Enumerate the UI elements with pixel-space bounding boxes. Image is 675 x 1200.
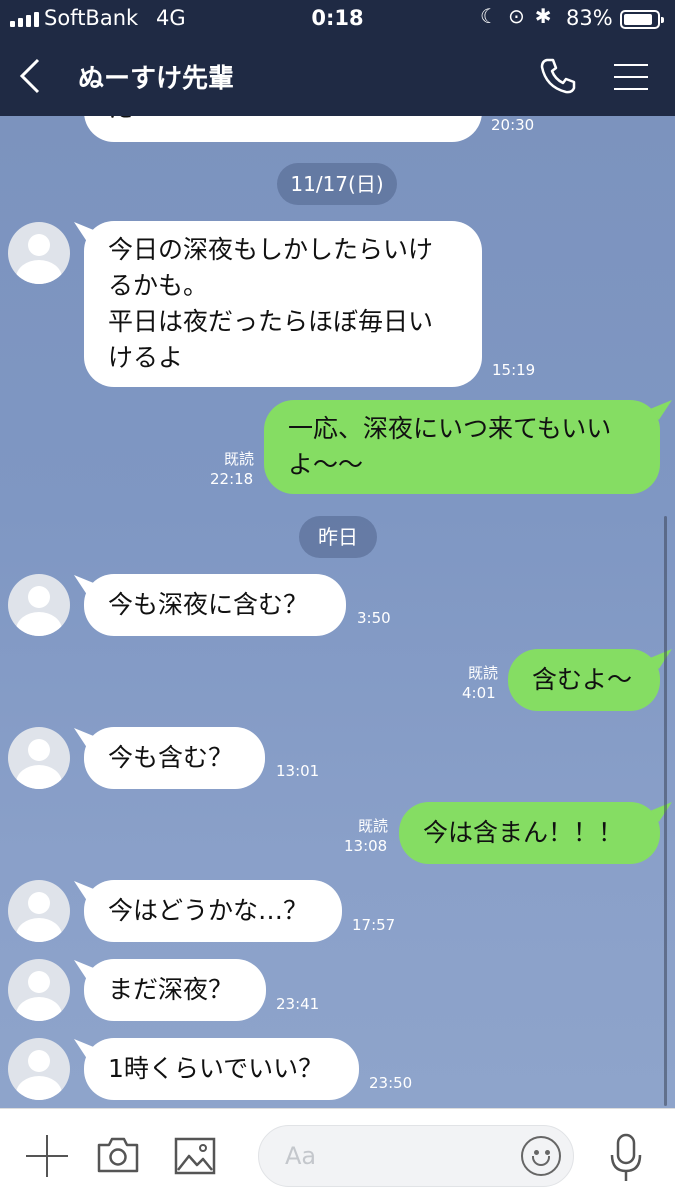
avatar[interactable] [8,1038,70,1100]
avatar[interactable] [8,222,70,284]
read-receipt: 既読 [223,450,254,468]
emoji-icon[interactable] [521,1136,561,1176]
avatar[interactable] [8,880,70,942]
message-time: 15:19 [492,361,536,379]
message-bubble-outgoing[interactable]: 一応、深夜にいつ来てもいい よ〜〜 [264,400,660,494]
message-time: 13:01 [276,762,320,780]
scrollbar[interactable] [664,516,667,1106]
message-time: 17:57 [352,916,396,934]
read-receipt: 既読 [467,664,498,682]
message-bubble-incoming[interactable]: 今も深夜に含む？ [84,574,346,636]
message-bubble-incoming[interactable]: 1時くらいでいい？ [84,1038,359,1100]
message-time: 3:50 [357,609,391,627]
input-placeholder: Aa [285,1142,317,1170]
hamburger-icon[interactable] [614,62,650,92]
camera-icon[interactable] [96,1135,140,1175]
phone-icon[interactable] [538,56,578,96]
message-time: 4:01 [462,684,496,702]
moon-icon: ☾ [480,4,498,28]
plus-icon[interactable] [26,1135,68,1177]
message-bubble-partial[interactable]: た [84,116,482,142]
battery-icon [620,10,664,29]
read-receipt: 既読 [357,817,388,835]
message-bubble-incoming[interactable]: 今はどうかな…？ [84,880,342,942]
chat-area[interactable]: た 20:30 11/17(日) 今日の深夜もしかしたらいけ るかも。 平日は夜… [0,116,675,1108]
message-time: 23:41 [276,995,320,1013]
message-input[interactable]: Aa [258,1125,574,1187]
status-bar: SoftBank 4G 0:18 ☾ ⊙ ✱ 83% [0,0,675,38]
date-separator: 昨日 [299,516,377,558]
chevron-left-icon[interactable] [16,56,46,96]
date-separator: 11/17(日) [277,163,397,205]
avatar[interactable] [8,959,70,1021]
message-bubble-incoming[interactable]: 今も含む？ [84,727,265,789]
message-time: 22:18 [210,470,254,488]
avatar[interactable] [8,727,70,789]
chat-title: ぬーすけ先輩 [78,64,235,94]
input-bar: Aa [0,1108,675,1200]
battery-percent: 83% [566,6,613,30]
microphone-icon[interactable] [608,1133,644,1183]
top-bar: SoftBank 4G 0:18 ☾ ⊙ ✱ 83% ぬーすけ先輩 [0,0,675,116]
rotation-lock-icon: ⊙ [507,4,525,28]
bluetooth-icon: ✱ [534,4,552,28]
message-bubble-outgoing[interactable]: 含むよ〜 [508,649,660,711]
message-time: 20:30 [491,116,535,134]
image-icon[interactable] [174,1137,216,1175]
avatar[interactable] [8,574,70,636]
message-bubble-outgoing[interactable]: 今は含まん！！！ [399,802,660,864]
message-bubble-incoming[interactable]: 今日の深夜もしかしたらいけ るかも。 平日は夜だったらほぼ毎日い けるよ [84,221,482,387]
message-time: 13:08 [344,837,388,855]
message-time: 23:50 [369,1074,413,1092]
message-bubble-incoming[interactable]: まだ深夜？ [84,959,266,1021]
